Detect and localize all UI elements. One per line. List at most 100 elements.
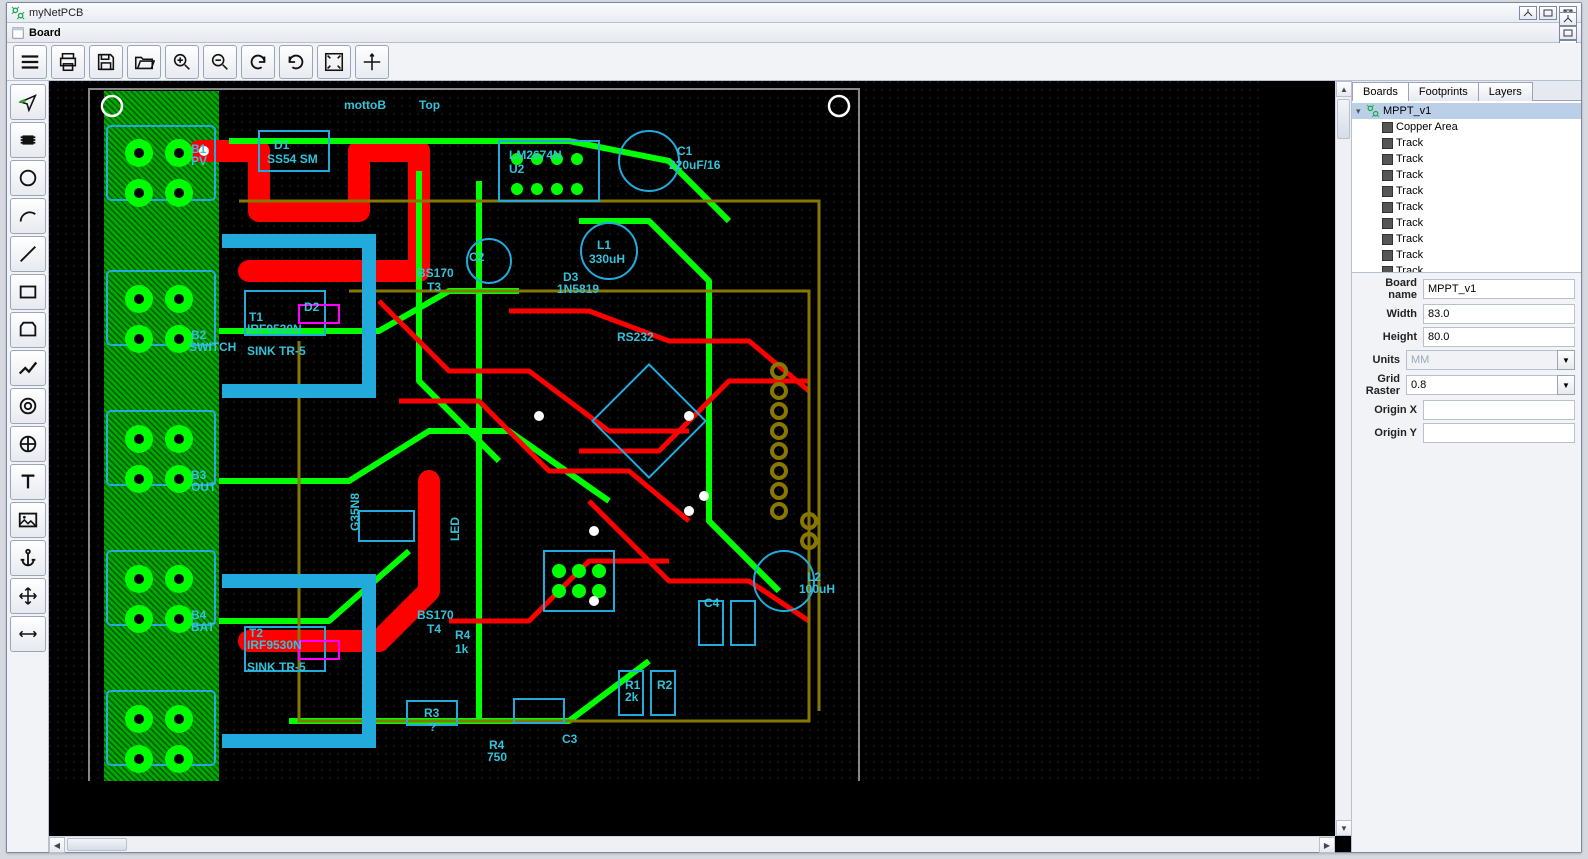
measure-tool[interactable] — [10, 616, 46, 652]
doc-minimize-button[interactable] — [1559, 12, 1577, 26]
svg-text:750: 750 — [487, 750, 507, 764]
main-toolbar — [7, 43, 1581, 81]
svg-text:1N5819: 1N5819 — [557, 282, 599, 296]
properties-form: Board name Width Height Units ▼ Grid Ras… — [1352, 273, 1581, 852]
object-tree[interactable]: ▾ MPPT_v1 Copper Area Track Track Track … — [1352, 101, 1581, 273]
svg-text:D2: D2 — [304, 300, 320, 314]
svg-text:L1: L1 — [597, 238, 611, 252]
document-titlebar: Board — [7, 23, 1581, 43]
scroll-up-button[interactable]: ▲ — [1336, 81, 1352, 97]
tree-item[interactable]: Track — [1352, 167, 1581, 183]
chevron-down-icon[interactable]: ▼ — [1557, 375, 1575, 395]
footprint-tool[interactable] — [10, 122, 46, 158]
svg-text:?: ? — [429, 720, 436, 734]
print-button[interactable] — [51, 45, 85, 79]
layer-icon — [1382, 218, 1393, 229]
fit-button[interactable] — [317, 45, 351, 79]
svg-text:BAT: BAT — [191, 620, 215, 634]
tree-item[interactable]: Track — [1352, 231, 1581, 247]
svg-text:R4: R4 — [455, 628, 471, 642]
origin-x-input[interactable] — [1423, 400, 1575, 420]
line-tool[interactable] — [10, 236, 46, 272]
layer-icon — [1382, 186, 1393, 197]
chevron-down-icon[interactable]: ▼ — [1557, 350, 1575, 370]
vscroll-thumb[interactable] — [1337, 99, 1350, 139]
board-name-input[interactable] — [1423, 279, 1575, 299]
board-name-label: Board name — [1358, 277, 1423, 301]
window-minimize-button[interactable] — [1519, 6, 1537, 20]
origin-button[interactable] — [355, 45, 389, 79]
layer-icon — [1382, 250, 1393, 261]
tree-item[interactable]: Track — [1352, 247, 1581, 263]
svg-text:Top: Top — [419, 98, 440, 112]
redo-button[interactable] — [279, 45, 313, 79]
tab-boards[interactable]: Boards — [1352, 82, 1409, 101]
width-input[interactable] — [1423, 304, 1575, 324]
height-label: Height — [1358, 331, 1423, 343]
scroll-left-button[interactable]: ◀ — [49, 837, 65, 853]
scroll-right-button[interactable]: ▶ — [1319, 837, 1335, 853]
tree-root-label: MPPT_v1 — [1383, 105, 1431, 117]
zoom-in-button[interactable] — [165, 45, 199, 79]
origin-y-input[interactable] — [1423, 423, 1575, 443]
tree-item[interactable]: Track — [1352, 215, 1581, 231]
circle-tool[interactable] — [10, 160, 46, 196]
panel-tabs: Boards Footprints Layers — [1352, 81, 1581, 101]
svg-text:R2: R2 — [657, 678, 673, 692]
svg-text:SWITCH: SWITCH — [189, 340, 236, 354]
svg-text:C1: C1 — [677, 144, 693, 158]
track-tool[interactable] — [10, 350, 46, 386]
svg-text:SINK TR-5: SINK TR-5 — [247, 660, 306, 674]
horizontal-scrollbar[interactable]: ◀ ▶ — [49, 836, 1335, 852]
via-tool[interactable] — [10, 388, 46, 424]
tree-root[interactable]: ▾ MPPT_v1 — [1352, 103, 1581, 119]
canvas-container: Top mottoB D1 SS54 SM LM2674N U2 C1 220u… — [49, 81, 1351, 852]
doc-maximize-button[interactable] — [1559, 26, 1577, 40]
app-title: myNetPCB — [29, 7, 1519, 19]
undo-button[interactable] — [241, 45, 275, 79]
select-tool[interactable] — [10, 84, 46, 120]
tab-footprints[interactable]: Footprints — [1408, 82, 1479, 101]
svg-text:T4: T4 — [427, 622, 441, 636]
tree-item[interactable]: Track — [1352, 263, 1581, 273]
units-select[interactable] — [1406, 350, 1557, 370]
rect-tool[interactable] — [10, 274, 46, 310]
window-maximize-button[interactable] — [1539, 6, 1557, 20]
svg-text:mottoB: mottoB — [344, 98, 386, 112]
tree-item[interactable]: Track — [1352, 135, 1581, 151]
pcb-canvas[interactable]: Top mottoB D1 SS54 SM LM2674N U2 C1 220u… — [49, 81, 1351, 852]
hscroll-thumb[interactable] — [67, 838, 127, 851]
save-button[interactable] — [89, 45, 123, 79]
tab-layers[interactable]: Layers — [1478, 82, 1533, 101]
image-tool[interactable] — [10, 502, 46, 538]
tree-item[interactable]: Track — [1352, 183, 1581, 199]
open-button[interactable] — [127, 45, 161, 79]
svg-text:SINK TR-5: SINK TR-5 — [247, 344, 306, 358]
tree-item[interactable]: Copper Area — [1352, 119, 1581, 135]
anchor-tool[interactable] — [10, 540, 46, 576]
units-label: Units — [1358, 354, 1406, 366]
pad-tool[interactable] — [10, 426, 46, 462]
svg-text:C3: C3 — [562, 732, 578, 746]
zoom-out-button[interactable] — [203, 45, 237, 79]
vertical-scrollbar[interactable]: ▲ ▼ — [1335, 81, 1351, 836]
menu-button[interactable] — [13, 45, 47, 79]
svg-text:100uH: 100uH — [799, 582, 835, 596]
board-root-icon — [1366, 104, 1380, 118]
outline-tool[interactable] — [10, 312, 46, 348]
tree-toggle-icon[interactable]: ▾ — [1356, 106, 1366, 117]
arc-tool[interactable] — [10, 198, 46, 234]
height-input[interactable] — [1423, 327, 1575, 347]
svg-text:G35N8: G35N8 — [348, 493, 362, 531]
grid-raster-select[interactable] — [1406, 375, 1557, 395]
tree-item[interactable]: Track — [1352, 199, 1581, 215]
layer-icon — [1382, 122, 1393, 133]
svg-text:C4: C4 — [704, 596, 720, 610]
grid-raster-label: Grid Raster — [1358, 373, 1406, 397]
move-tool[interactable] — [10, 578, 46, 614]
svg-text:2k: 2k — [625, 690, 639, 704]
tree-item[interactable]: Track — [1352, 151, 1581, 167]
text-tool[interactable] — [10, 464, 46, 500]
scroll-down-button[interactable]: ▼ — [1336, 820, 1352, 836]
layer-icon — [1382, 202, 1393, 213]
